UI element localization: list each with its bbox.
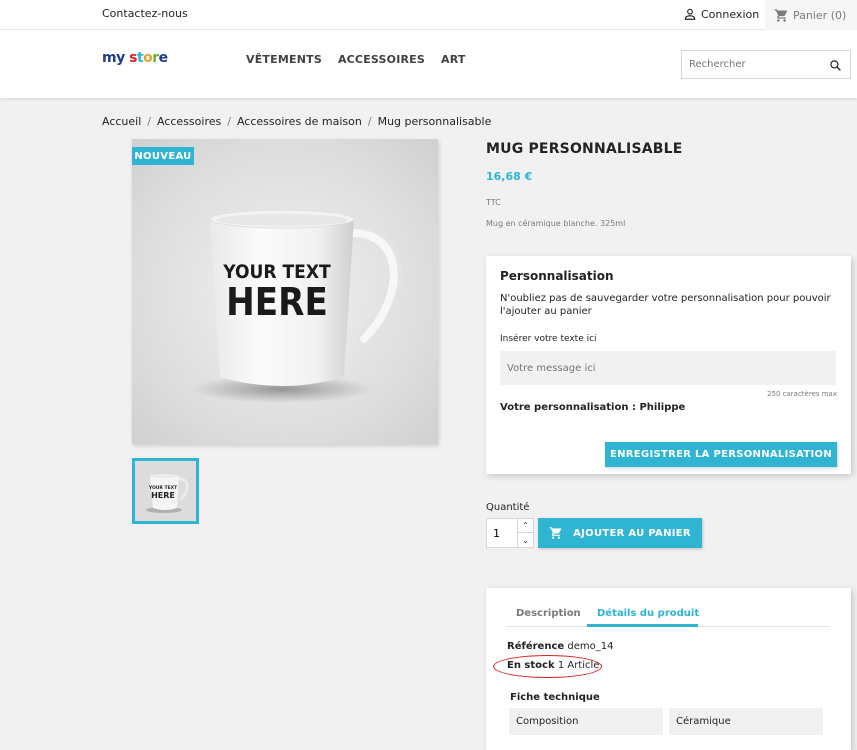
customization-text-input[interactable] (500, 351, 836, 385)
breadcrumb-current: Mug personnalisable (377, 115, 492, 128)
datasheet-value-cell: Céramique (669, 708, 823, 735)
quantity-stepper: ⌃ ⌄ (486, 518, 534, 548)
breadcrumb-home-accessories[interactable]: Accessoires de maison (237, 115, 362, 128)
search-icon[interactable] (829, 59, 842, 72)
search-input[interactable] (682, 51, 812, 78)
cart-label: Panier (0) (793, 8, 847, 22)
customization-notice: N'oubliez pas de sauvegarder votre perso… (500, 293, 831, 317)
store-logo[interactable]: my store (102, 50, 168, 66)
product-main-image[interactable]: YOUR TEXT HERE (132, 139, 438, 444)
shopping-cart-icon (549, 527, 562, 539)
save-customization-button[interactable]: ENREGISTRER LA PERSONNALISATION (605, 442, 837, 467)
saved-customization-label: Votre personnalisation : (500, 402, 636, 413)
max-chars-hint: 250 caractères max (767, 390, 837, 398)
nav-item-accessories[interactable]: ACCESSOIRES (338, 53, 425, 66)
quantity-input[interactable] (487, 519, 517, 547)
saved-customization-value: Philippe (639, 402, 686, 413)
tax-label: TTC (486, 198, 501, 207)
product-title: MUG PERSONNALISABLE (486, 141, 683, 157)
datasheet-name-cell: Composition (509, 708, 663, 735)
quantity-label: Quantité (486, 502, 530, 513)
product-reference: Référence demo_14 (507, 641, 613, 652)
tab-description[interactable]: Description (516, 608, 581, 619)
product-thumbnail[interactable]: YOUR TEXT HERE (132, 458, 199, 524)
datasheet-title: Fiche technique (510, 692, 600, 703)
breadcrumb-accessories[interactable]: Accessoires (157, 115, 221, 128)
cart-button[interactable]: Panier (0) (765, 0, 857, 30)
breadcrumb-home[interactable]: Accueil (102, 115, 141, 128)
chevron-down-icon: ⌄ (522, 535, 529, 545)
product-tabs-panel: Description Détails du produit Référence… (486, 588, 851, 750)
breadcrumb: Accueil / Accessoires / Accessoires de m… (102, 115, 492, 128)
saved-customization: Votre personnalisation : Philippe (500, 402, 685, 413)
quantity-increase-button[interactable]: ⌃ (517, 519, 533, 533)
svg-text:HERE: HERE (226, 280, 328, 324)
nav-item-art[interactable]: ART (441, 53, 466, 66)
product-price: 16,68 € (486, 170, 533, 183)
login-label: Connexion (701, 7, 760, 21)
customization-panel: Personnalisation N'oubliez pas de sauveg… (486, 256, 851, 474)
add-to-cart-label: AJOUTER AU PANIER (573, 527, 691, 539)
stock-value: 1 Article (557, 660, 600, 671)
add-to-cart-button[interactable]: AJOUTER AU PANIER (538, 518, 702, 548)
svg-text:HERE: HERE (151, 491, 175, 500)
shopping-cart-icon (774, 8, 788, 22)
stock-label: En stock (507, 660, 555, 671)
quantity-decrease-button[interactable]: ⌄ (517, 533, 533, 547)
site-header: my store VÊTEMENTS ACCESSOIRES ART (0, 30, 857, 98)
stock-status: En stock 1 Article (507, 660, 599, 671)
nav-item-clothes[interactable]: VÊTEMENTS (246, 53, 322, 66)
customization-field-label: Insérer votre texte ici (500, 334, 597, 344)
user-icon (684, 8, 696, 20)
new-badge: NOUVEAU (132, 147, 194, 165)
mug-thumbnail-illustration: YOUR TEXT HERE (135, 461, 196, 521)
tab-product-details[interactable]: Détails du produit (597, 608, 699, 619)
mug-illustration: YOUR TEXT HERE (192, 209, 402, 403)
customization-title: Personnalisation (500, 269, 614, 283)
search-box (681, 50, 851, 79)
product-short-description: Mug en céramique blanche. 325ml (486, 219, 626, 228)
top-bar: Contactez-nous Connexion Panier (0) (0, 0, 857, 30)
main-nav: VÊTEMENTS ACCESSOIRES ART (246, 53, 466, 66)
reference-label: Référence (507, 641, 565, 652)
chevron-up-icon: ⌃ (522, 521, 529, 530)
contact-link[interactable]: Contactez-nous (102, 7, 188, 20)
active-tab-indicator (587, 624, 698, 627)
reference-value: demo_14 (567, 641, 614, 652)
login-link[interactable]: Connexion (683, 7, 759, 21)
